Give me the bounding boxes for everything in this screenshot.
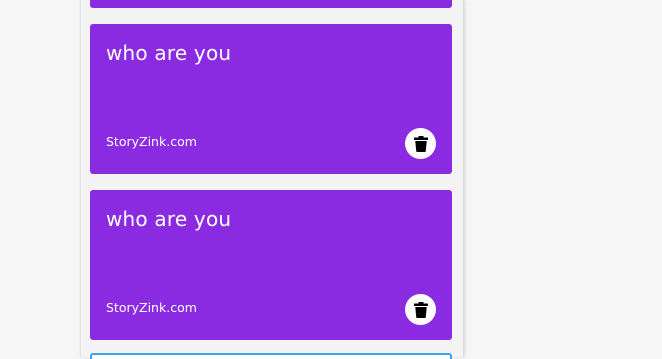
story-card-source: StoryZink.com xyxy=(106,134,197,149)
trash-icon xyxy=(413,301,428,318)
delete-story-button[interactable] xyxy=(405,294,436,325)
story-card-source: StoryZink.com xyxy=(106,300,197,315)
story-card-title: who are you xyxy=(106,207,232,231)
delete-story-button[interactable] xyxy=(405,128,436,159)
story-card-partial-bottom[interactable] xyxy=(90,353,452,359)
trash-icon xyxy=(413,135,428,152)
story-card[interactable]: who are you StoryZink.com xyxy=(90,24,452,174)
story-card[interactable]: who are you StoryZink.com xyxy=(90,190,452,340)
story-card-title: who are you xyxy=(106,41,232,65)
story-card-partial-top[interactable] xyxy=(90,0,452,8)
